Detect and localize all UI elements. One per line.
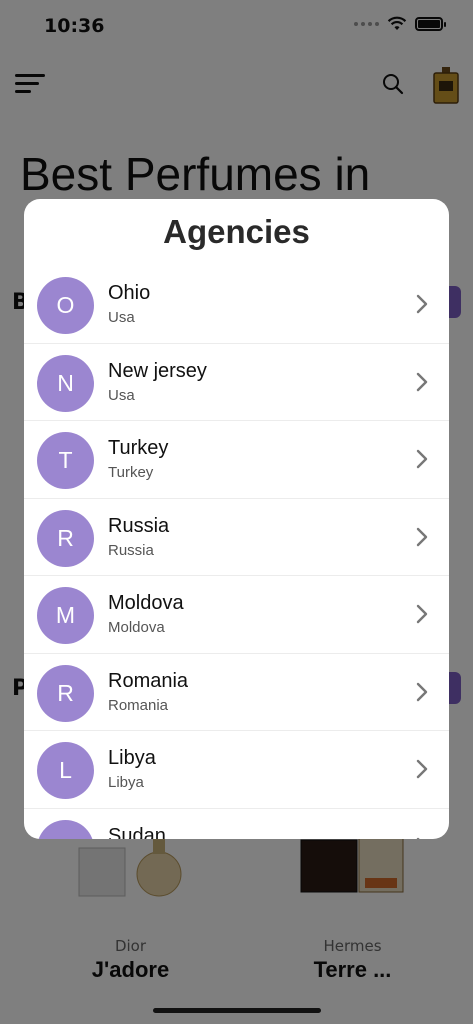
agency-name: Turkey xyxy=(108,437,169,459)
chevron-right-icon xyxy=(416,604,428,624)
agency-country: Libya xyxy=(108,774,144,791)
agency-country: Usa xyxy=(108,386,135,404)
avatar: N xyxy=(37,354,94,412)
home-indicator xyxy=(153,1008,321,1013)
avatar: L xyxy=(37,742,94,799)
agency-row[interactable]: T Turkey Turkey xyxy=(24,421,449,499)
agency-name: Romania xyxy=(108,669,189,692)
agency-country: Usa xyxy=(108,309,135,326)
avatar: R xyxy=(37,664,94,722)
agency-name: New jersey xyxy=(108,359,207,382)
agency-row[interactable]: S Sudan xyxy=(24,809,449,840)
avatar: S xyxy=(37,819,94,839)
agency-country: Romania xyxy=(108,696,169,714)
agency-name: Russia xyxy=(108,514,170,537)
agency-row[interactable]: R Russia Russia xyxy=(24,499,449,576)
chevron-right-icon xyxy=(416,372,428,391)
avatar: T xyxy=(37,432,94,489)
chevron-right-icon xyxy=(416,527,428,546)
chevron-right-icon xyxy=(416,682,428,701)
modal-title: Agencies xyxy=(163,213,310,250)
agency-row[interactable]: N New jersey Usa xyxy=(24,344,449,421)
agency-row[interactable]: M Moldova Moldova xyxy=(24,576,449,654)
agency-row[interactable]: O Ohio Usa xyxy=(24,266,449,344)
agency-name: Libya xyxy=(108,747,156,769)
chevron-right-icon xyxy=(416,449,428,469)
agency-name: Ohio xyxy=(108,282,151,304)
agency-row[interactable]: L Libya Libya xyxy=(24,731,449,809)
agency-country: Moldova xyxy=(108,619,165,636)
avatar: M xyxy=(37,587,94,644)
avatar: R xyxy=(37,509,94,567)
chevron-right-icon xyxy=(416,294,428,314)
agency-name: Moldova xyxy=(108,592,184,614)
avatar: O xyxy=(37,277,94,334)
agency-name: Sudan xyxy=(108,824,166,840)
agencies-modal: Agencies O Ohio Usa N New jersey Usa T T… xyxy=(24,199,449,839)
agency-row[interactable]: R Romania Romania xyxy=(24,654,449,731)
chevron-right-icon xyxy=(416,759,428,779)
agency-country: Turkey xyxy=(108,464,154,481)
chevron-right-icon xyxy=(416,837,421,839)
agencies-list: O Ohio Usa N New jersey Usa T Turkey Tur… xyxy=(24,266,449,839)
agency-country: Russia xyxy=(108,541,154,559)
